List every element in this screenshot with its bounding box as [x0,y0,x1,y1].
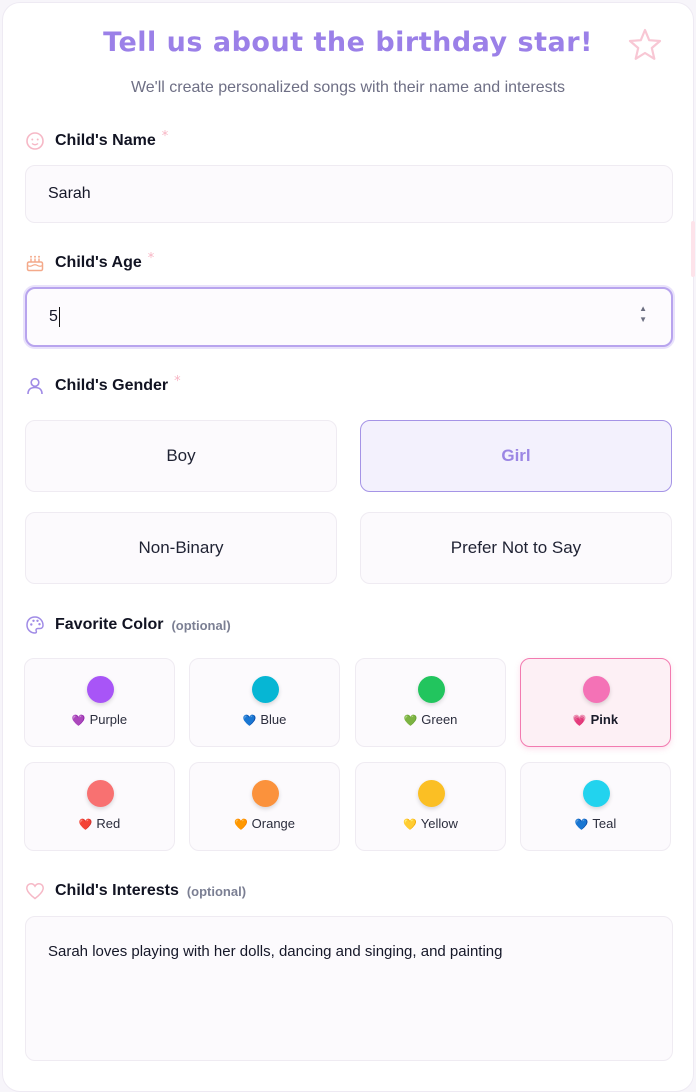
star-icon [628,28,662,60]
cake-icon [25,253,45,273]
spinner-down-icon[interactable]: ▼ [639,316,647,324]
number-spinner[interactable]: ▲ ▼ [639,305,647,324]
age-label-row: Child's Age * [25,250,155,274]
heart-icon [25,881,45,901]
optional-mark: (optional) [171,617,231,633]
color-name-text: Red [96,816,121,831]
color-option-label: ❤️ Red [25,816,174,831]
color-name-text: Blue [260,712,287,727]
color-swatch [583,780,610,807]
baby-face-icon [25,131,45,151]
heart-emoji-icon: 💚 [403,715,418,727]
interests-label-row: Child's Interests (optional) [25,880,246,902]
color-swatch [583,676,610,703]
interests-textarea[interactable]: Sarah loves playing with her dolls, danc… [25,916,673,1061]
optional-mark: (optional) [186,883,247,899]
color-option-label: 🧡 Orange [190,816,339,831]
color-name-text: Purple [89,712,128,727]
heart-emoji-icon: 💗 [572,715,587,727]
heart-emoji-icon: 💛 [403,819,417,831]
color-option-teal[interactable]: 💙 Teal [520,762,671,851]
heart-emoji-icon: 💜 [71,715,86,727]
color-option-red[interactable]: ❤️ Red [24,762,175,851]
color-option-label: 💙 Blue [190,712,339,727]
gender-option-prefer-not-to-say[interactable]: Prefer Not to Say [360,512,672,584]
page-title: Tell us about the birthday star! [103,27,593,58]
gender-option-girl[interactable]: Girl [360,420,672,492]
required-mark: * [147,250,155,266]
child-age-value: 5 [49,308,58,325]
gender-label: Child's Gender [55,377,169,394]
heart-emoji-icon: ❤️ [78,819,93,831]
color-option-pink[interactable]: 💗 Pink [520,658,671,747]
color-swatch [87,676,114,703]
required-mark: * [174,373,181,389]
age-label: Child's Age [55,254,142,271]
name-label-row: Child's Name * [25,128,169,152]
child-name-input[interactable]: Sarah [25,165,673,223]
heart-emoji-icon: 🧡 [233,819,248,831]
interests-label: Child's Interests [55,882,179,899]
color-swatch [418,676,445,703]
child-age-input[interactable]: 5 ▲ ▼ [25,287,673,347]
color-option-orange[interactable]: 🧡 Orange [189,762,340,851]
name-label: Child's Name [55,132,156,149]
child-name-value: Sarah [48,185,91,202]
gender-option-boy[interactable]: Boy [25,420,337,492]
person-icon [25,376,45,396]
color-name-text: Teal [592,816,617,831]
color-label-row: Favorite Color (optional) [25,614,231,636]
color-swatch [252,780,279,807]
color-name-text: Yellow [420,816,458,831]
color-option-label: 💚 Green [356,712,505,727]
heart-emoji-icon: 💙 [574,819,589,831]
color-label: Favorite Color [55,616,164,633]
color-option-label: 💗 Pink [521,712,670,727]
color-option-blue[interactable]: 💙 Blue [189,658,340,747]
color-name-text: Orange [251,816,296,831]
page-subtitle: We'll create personalized songs with the… [130,79,566,96]
spinner-up-icon[interactable]: ▲ [639,305,647,313]
color-option-label: 💜 Purple [25,712,174,727]
color-name-text: Pink [590,712,619,727]
color-swatch [252,676,279,703]
color-option-purple[interactable]: 💜 Purple [24,658,175,747]
scroll-indicator [691,221,695,277]
text-caret [58,307,60,327]
gender-label-row: Child's Gender * [25,373,181,397]
color-option-green[interactable]: 💚 Green [355,658,506,747]
color-option-yellow[interactable]: 💛 Yellow [355,762,506,851]
required-mark: * [161,128,169,144]
color-name-text: Green [421,712,458,727]
color-swatch [418,780,445,807]
color-option-label: 💙 Teal [521,816,670,831]
color-option-label: 💛 Yellow [356,816,505,831]
gender-option-non-binary[interactable]: Non-Binary [25,512,337,584]
heart-emoji-icon: 💙 [242,715,257,727]
form-card: Tell us about the birthday star! We'll c… [2,2,695,1092]
palette-icon [25,615,45,635]
color-swatch [87,780,114,807]
